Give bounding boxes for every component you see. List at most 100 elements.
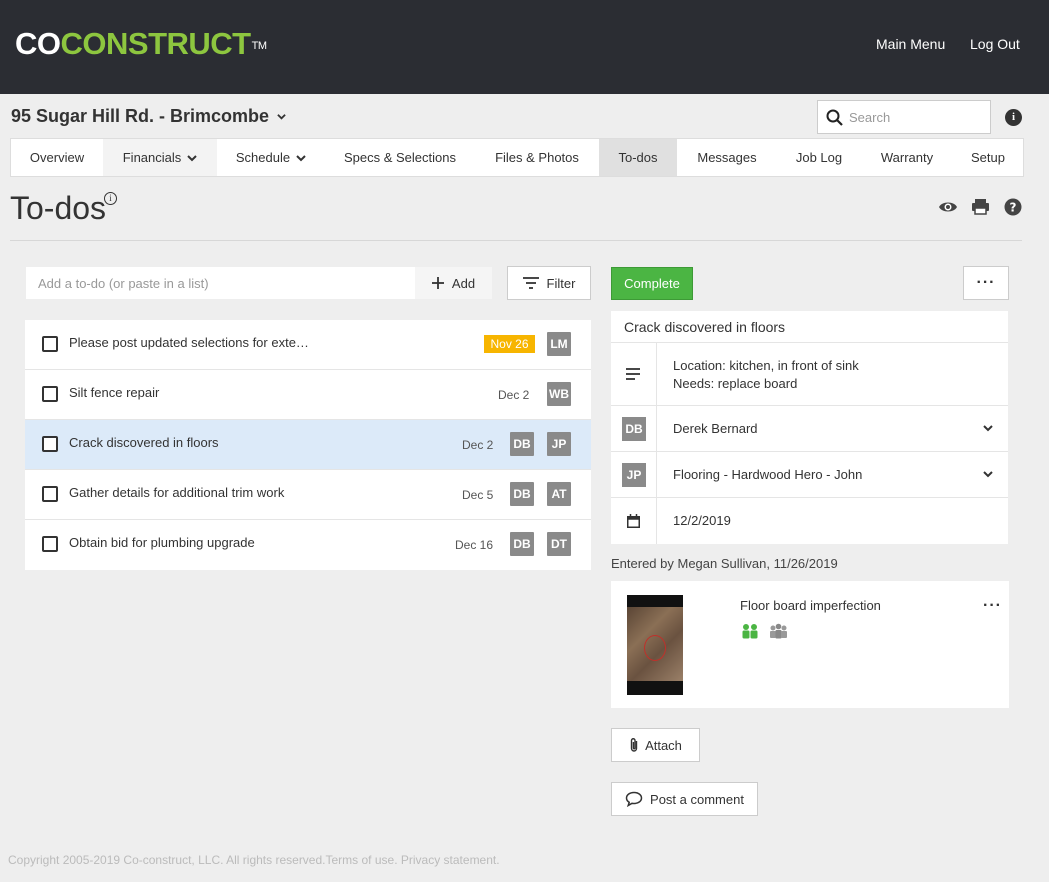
todo-list: Please post updated selections for exte…… bbox=[25, 320, 591, 570]
info-icon[interactable]: i bbox=[1005, 109, 1022, 126]
log-out-link[interactable]: Log Out bbox=[970, 36, 1020, 52]
todo-text: Silt fence repair bbox=[69, 385, 160, 400]
assignee-icon-cell: DB bbox=[611, 406, 657, 451]
group-people-icon[interactable] bbox=[769, 623, 788, 639]
todo-detail-panel: Crack discovered in floors Location: kit… bbox=[611, 311, 1008, 544]
copyright-text: Copyright 2005-2019 Co-construct, LLC. A… bbox=[8, 853, 326, 867]
assignee-avatar: WB bbox=[547, 382, 571, 406]
todo-checkbox[interactable] bbox=[42, 336, 58, 352]
description-row[interactable]: Location: kitchen, in front of sink Need… bbox=[611, 343, 1008, 406]
assignee-avatar: DB bbox=[510, 432, 534, 456]
svg-text:?: ? bbox=[1010, 201, 1017, 215]
print-icon[interactable] bbox=[971, 198, 990, 216]
top-header: COCONSTRUCTTM Main Menu Log Out bbox=[0, 0, 1049, 94]
attachment-more-button[interactable]: ··· bbox=[983, 597, 1002, 615]
assignee-row[interactable]: JP Flooring - Hardwood Hero - John bbox=[611, 452, 1008, 498]
post-comment-button[interactable]: Post a comment bbox=[611, 782, 758, 816]
privacy-link[interactable]: Privacy statement. bbox=[401, 853, 500, 867]
page-title: To-dos bbox=[10, 190, 107, 226]
divider bbox=[10, 240, 1022, 241]
chevron-down-icon bbox=[296, 154, 306, 161]
todo-checkbox[interactable] bbox=[42, 436, 58, 452]
logo-construct-text: CONSTRUCT bbox=[60, 26, 252, 61]
todo-date: Dec 2 bbox=[498, 388, 530, 402]
todo-row[interactable]: Gather details for additional trim work … bbox=[25, 470, 591, 520]
tab-messages[interactable]: Messages bbox=[677, 139, 777, 176]
todo-row-selected[interactable]: Crack discovered in floors Dec 2 DB JP bbox=[25, 420, 591, 470]
search-box bbox=[817, 100, 991, 134]
tab-label: Overview bbox=[29, 150, 85, 165]
todo-date: Dec 2 bbox=[462, 438, 494, 452]
tab-warranty[interactable]: Warranty bbox=[861, 139, 953, 176]
filter-button[interactable]: Filter bbox=[507, 266, 591, 300]
tab-label: Setup bbox=[971, 150, 1005, 165]
filter-label: Filter bbox=[546, 275, 576, 291]
project-name: 95 Sugar Hill Rd. - Brimcombe bbox=[11, 106, 270, 126]
chevron-down-icon bbox=[277, 114, 286, 120]
attachment-sharing-icons bbox=[741, 623, 788, 639]
todo-date: Dec 5 bbox=[462, 488, 494, 502]
todo-text: Crack discovered in floors bbox=[69, 435, 219, 450]
assignee-row[interactable]: DB Derek Bernard bbox=[611, 406, 1008, 452]
tab-todos[interactable]: To-dos bbox=[599, 139, 677, 176]
description-line: Needs: replace board bbox=[673, 376, 798, 391]
tab-setup[interactable]: Setup bbox=[953, 139, 1023, 176]
add-todo-button[interactable]: Add bbox=[415, 267, 492, 299]
due-date-row[interactable]: 12/2/2019 bbox=[611, 498, 1008, 544]
project-selector[interactable]: 95 Sugar Hill Rd. - Brimcombe bbox=[11, 106, 286, 127]
tab-overview[interactable]: Overview bbox=[11, 139, 103, 176]
tab-financials[interactable]: Financials bbox=[103, 139, 217, 176]
shared-people-icon[interactable] bbox=[741, 623, 759, 639]
todo-checkbox[interactable] bbox=[42, 536, 58, 552]
tab-files-photos[interactable]: Files & Photos bbox=[475, 139, 599, 176]
tab-label: Warranty bbox=[880, 150, 934, 165]
floor-photo-thumbnail[interactable] bbox=[627, 595, 683, 695]
chevron-down-icon[interactable] bbox=[982, 468, 994, 480]
search-input[interactable] bbox=[849, 109, 979, 125]
detail-title[interactable]: Crack discovered in floors bbox=[611, 311, 1008, 343]
project-tabs: Overview Financials Schedule Specs & Sel… bbox=[10, 138, 1024, 177]
tab-specs-selections[interactable]: Specs & Selections bbox=[325, 139, 475, 176]
attach-label: Attach bbox=[645, 737, 682, 753]
coconstruct-logo[interactable]: COCONSTRUCTTM bbox=[15, 27, 267, 61]
terms-link[interactable]: Terms of use. bbox=[326, 853, 398, 867]
overdue-date-badge: Nov 26 bbox=[484, 335, 535, 353]
todo-row[interactable]: Obtain bid for plumbing upgrade Dec 16 D… bbox=[25, 520, 591, 570]
assignee-avatar: DT bbox=[547, 532, 571, 556]
todo-checkbox[interactable] bbox=[42, 486, 58, 502]
main-menu-link[interactable]: Main Menu bbox=[876, 36, 945, 52]
todo-text: Obtain bid for plumbing upgrade bbox=[69, 535, 255, 550]
tab-label: Files & Photos bbox=[495, 150, 579, 165]
add-todo-input[interactable] bbox=[26, 267, 415, 299]
tab-job-log[interactable]: Job Log bbox=[777, 139, 861, 176]
add-todo-field bbox=[26, 267, 415, 299]
eye-icon[interactable] bbox=[938, 198, 958, 216]
due-date: 12/2/2019 bbox=[673, 513, 731, 528]
assignee-avatar: JP bbox=[622, 463, 646, 487]
assignee-avatar: DB bbox=[510, 532, 534, 556]
todo-row[interactable]: Please post updated selections for exte…… bbox=[25, 320, 591, 370]
complete-button[interactable]: Complete bbox=[611, 267, 693, 300]
tab-label: Specs & Selections bbox=[343, 150, 456, 165]
tab-schedule[interactable]: Schedule bbox=[217, 139, 325, 176]
description-line: Location: kitchen, in front of sink bbox=[673, 358, 859, 373]
todo-checkbox[interactable] bbox=[42, 386, 58, 402]
chevron-down-icon[interactable] bbox=[982, 422, 994, 434]
attach-button[interactable]: Attach bbox=[611, 728, 700, 762]
more-options-button[interactable]: ··· bbox=[963, 266, 1009, 300]
plus-icon bbox=[431, 277, 444, 289]
todo-row[interactable]: Silt fence repair Dec 2 WB bbox=[25, 370, 591, 420]
assignee-avatar: AT bbox=[547, 482, 571, 506]
assignee-icon-cell: JP bbox=[611, 452, 657, 497]
filter-icon bbox=[522, 277, 539, 289]
attachment-card: Floor board imperfection ··· bbox=[611, 581, 1009, 708]
logo-tm-text: TM bbox=[251, 40, 267, 52]
todo-text: Gather details for additional trim work bbox=[69, 485, 285, 500]
add-label: Add bbox=[451, 275, 476, 291]
help-icon[interactable]: ? bbox=[1004, 198, 1022, 216]
footer: Copyright 2005-2019 Co-construct, LLC. A… bbox=[8, 853, 500, 867]
attachment-title[interactable]: Floor board imperfection bbox=[740, 598, 881, 613]
info-icon[interactable]: i bbox=[104, 192, 117, 205]
tab-label: Financials bbox=[122, 150, 182, 165]
assignee-name: Flooring - Hardwood Hero - John bbox=[673, 467, 863, 482]
